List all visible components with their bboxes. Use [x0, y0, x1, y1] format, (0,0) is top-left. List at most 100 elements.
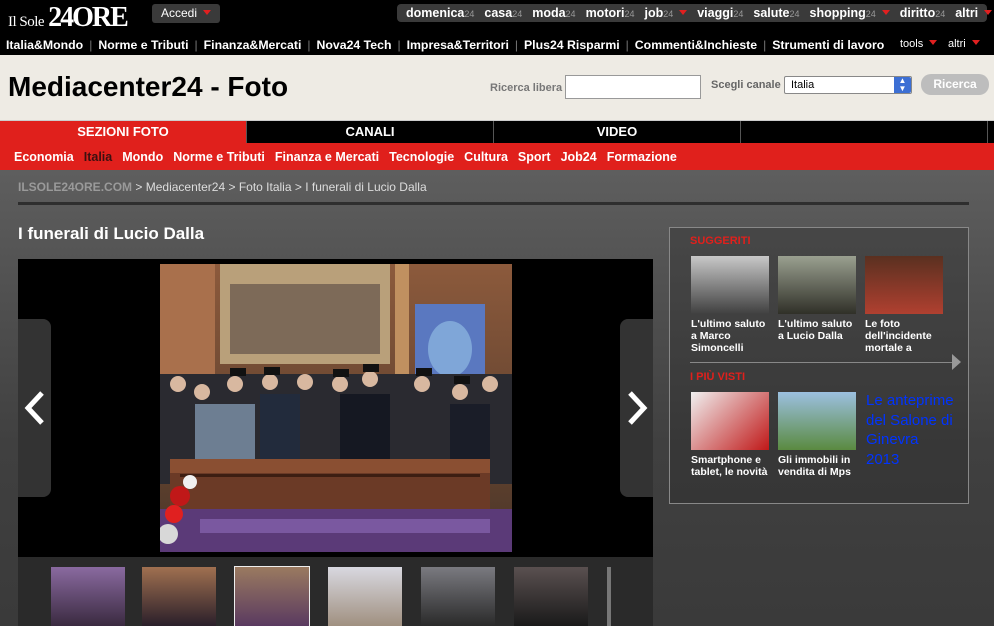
page-header: Mediacenter24 - Foto Ricerca libera Sceg… [0, 55, 994, 121]
most-viewed-thumbnail [778, 392, 856, 450]
suggested-next-arrow-icon[interactable] [952, 354, 961, 370]
search-input[interactable] [565, 75, 701, 99]
search-button[interactable]: Ricerca [921, 74, 989, 95]
nav-item[interactable]: Commenti&Inchieste [635, 38, 757, 52]
most-viewed-card[interactable]: Smartphone e tablet, le novità [691, 392, 769, 478]
chevron-down-icon [984, 10, 993, 15]
category-link[interactable]: Finanza e Mercati [275, 150, 379, 164]
brand-link[interactable]: domenica24 [406, 6, 474, 20]
nav-separator: | [763, 37, 767, 52]
chevron-right-icon [627, 391, 647, 425]
gallery-title: I funerali di Lucio Dalla [18, 224, 205, 243]
thumbnail[interactable] [421, 567, 495, 626]
tab-sezioni-foto[interactable]: SEZIONI FOTO [0, 121, 247, 143]
featured-gallery-link[interactable]: Le anteprime del Salone di Ginevra 2013 [866, 391, 956, 469]
thumbnail-strip [18, 557, 653, 626]
category-link[interactable]: Mondo [122, 150, 163, 164]
most-viewed-card[interactable]: Gli immobili in vendita di Mps [778, 392, 856, 478]
channel-select[interactable]: Italia ▲ ▼ [784, 76, 912, 94]
suggested-caption: L'ultimo saluto a Marco Simoncelli [691, 318, 766, 354]
funeral-photo-image [160, 264, 512, 552]
logo-big-text: 24ORE [48, 2, 129, 33]
tab-video[interactable]: VIDEO [494, 121, 741, 143]
chevron-down-icon [679, 10, 688, 15]
category-link[interactable]: Formazione [607, 150, 677, 164]
category-link-current[interactable]: Italia [84, 150, 113, 164]
brand-link[interactable]: motori24 [586, 6, 635, 20]
tools-menu[interactable]: tools [900, 38, 938, 50]
breadcrumb-link[interactable]: Mediacenter24 [146, 180, 225, 194]
brand-link-altri[interactable]: altri [955, 6, 993, 20]
nav-separator: | [89, 37, 93, 52]
breadcrumb-separator: > [228, 180, 236, 194]
category-nav: Economia Italia Mondo Norme e Tributi Fi… [0, 143, 994, 170]
thumbnail-selected[interactable] [234, 566, 310, 626]
login-button[interactable]: Accedi [152, 4, 220, 23]
top-bar: Il Sole 24ORE Accedi domenica24 casa24 m… [0, 0, 994, 34]
tab-canali[interactable]: CANALI [247, 121, 494, 143]
category-link[interactable]: Job24 [561, 150, 597, 164]
brand-link[interactable]: salute24 [753, 6, 799, 20]
nav-item[interactable]: Strumenti di lavoro [772, 38, 884, 52]
most-viewed-title: I PIÙ VISTI [690, 371, 746, 383]
related-sidebar: SUGGERITI L'ultimo saluto a Marco Simonc… [669, 227, 969, 504]
category-link[interactable]: Norme e Tributi [173, 150, 265, 164]
brand-links: domenica24 casa24 moda24 motori24 job24 … [397, 4, 993, 22]
nav-item[interactable]: Finanza&Mercati [204, 38, 302, 52]
category-link[interactable]: Tecnologie [389, 150, 454, 164]
nav-separator: | [307, 37, 311, 52]
breadcrumb-home[interactable]: ILSOLE24ORE.COM [18, 180, 132, 194]
breadcrumb-separator: > [135, 180, 143, 194]
suggested-thumbnail [691, 256, 769, 314]
breadcrumb-current: I funerali di Lucio Dalla [305, 180, 427, 194]
select-arrows-icon: ▲ ▼ [894, 77, 911, 93]
nav-item[interactable]: Italia&Mondo [6, 38, 83, 52]
brand-link[interactable]: diritto24 [900, 6, 945, 20]
thumbnail[interactable] [328, 567, 402, 626]
most-viewed-caption: Smartphone e tablet, le novità [691, 454, 768, 478]
site-logo[interactable]: Il Sole 24ORE [8, 2, 129, 34]
chevron-left-icon [24, 391, 44, 425]
thumbnail-partial[interactable] [607, 567, 611, 626]
nav-separator: | [514, 37, 518, 52]
most-viewed-caption: Gli immobili in vendita di Mps [778, 454, 851, 478]
thumbnail[interactable] [51, 567, 125, 626]
brand-link-shopping[interactable]: shopping24 [810, 6, 890, 20]
suggested-thumbnail [865, 256, 943, 314]
suggested-card[interactable]: Le foto dell'incidente mortale a [865, 256, 943, 354]
category-link[interactable]: Sport [518, 150, 551, 164]
nav-item[interactable]: Norme e Tributi [98, 38, 188, 52]
logo-small-text: Il Sole [8, 14, 45, 30]
suggested-caption: Le foto dell'incidente mortale a [865, 318, 932, 354]
photo-viewer [18, 259, 653, 557]
brand-link[interactable]: moda24 [532, 6, 575, 20]
nav-item[interactable]: Plus24 Risparmi [524, 38, 620, 52]
brand-link[interactable]: viaggi24 [697, 6, 743, 20]
chevron-down-icon [929, 40, 938, 45]
most-viewed-thumbnail [691, 392, 769, 450]
breadcrumb-link[interactable]: Foto Italia [239, 180, 292, 194]
chevron-down-icon [971, 40, 980, 45]
category-link[interactable]: Cultura [464, 150, 508, 164]
nav-separator: | [625, 37, 629, 52]
suggested-caption: L'ultimo saluto a Lucio Dalla [778, 318, 853, 342]
nav-separator: | [397, 37, 401, 52]
category-link[interactable]: Economia [14, 150, 74, 164]
divider [690, 362, 952, 363]
thumbnail[interactable] [514, 567, 588, 626]
channel-label: Scegli canale [711, 79, 781, 91]
suggested-card[interactable]: L'ultimo saluto a Lucio Dalla [778, 256, 856, 342]
nav-item[interactable]: Impresa&Territori [407, 38, 509, 52]
nav-item[interactable]: Nova24 Tech [317, 38, 392, 52]
channel-value: Italia [791, 79, 815, 91]
brand-link[interactable]: casa24 [484, 6, 522, 20]
main-photo[interactable] [160, 264, 512, 552]
next-photo-button[interactable] [620, 319, 653, 497]
altri-menu[interactable]: altri [948, 38, 980, 50]
suggested-thumbnail [778, 256, 856, 314]
thumbnail[interactable] [142, 567, 216, 626]
previous-photo-button[interactable] [18, 319, 51, 497]
main-nav: Italia&Mondo | Norme e Tributi | Finanza&M… [0, 34, 994, 55]
brand-link-job[interactable]: job24 [644, 6, 688, 20]
suggested-card[interactable]: L'ultimo saluto a Marco Simoncelli [691, 256, 769, 354]
